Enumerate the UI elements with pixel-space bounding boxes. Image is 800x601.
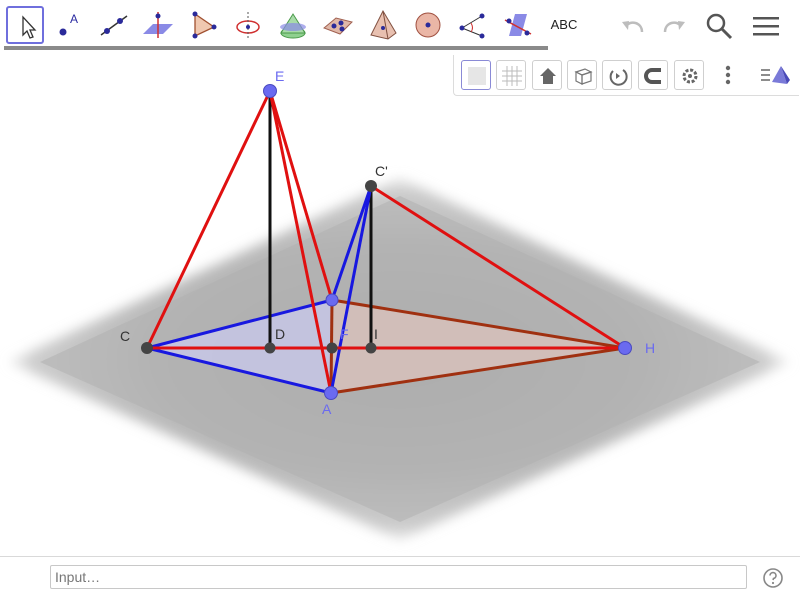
point-tool-label: A: [70, 12, 79, 26]
label-c: C: [120, 328, 131, 344]
standard-view-button[interactable]: [532, 60, 562, 90]
line-tool-button[interactable]: [95, 6, 133, 44]
grid-icon: [502, 66, 522, 86]
point-a[interactable]: [324, 386, 338, 400]
search-button[interactable]: [701, 8, 737, 44]
point-d[interactable]: [264, 342, 276, 354]
reflect-tool-button[interactable]: [499, 6, 537, 44]
point-f-foot[interactable]: [326, 342, 338, 354]
settings-button[interactable]: [674, 60, 704, 90]
angle-tool-button[interactable]: [454, 6, 492, 44]
view-menu-button[interactable]: [757, 60, 793, 90]
line-icon: [100, 15, 128, 36]
view-direction-button[interactable]: [567, 60, 597, 90]
magnet-icon: [644, 68, 661, 84]
cone-icon: [280, 13, 306, 39]
gear-icon: [682, 68, 698, 84]
label-a: A: [322, 401, 332, 417]
sphere-tool-button[interactable]: [409, 6, 447, 44]
main-menu-button[interactable]: [748, 8, 784, 44]
perpendicular-tool-button[interactable]: [139, 6, 177, 44]
point-tool-button[interactable]: A: [50, 6, 88, 44]
label-d: D: [275, 326, 286, 342]
point-capturing-button[interactable]: [638, 60, 668, 90]
plane-tool-button[interactable]: [319, 6, 357, 44]
pyramid-icon: [370, 9, 397, 40]
circle-axis-icon: [236, 12, 260, 40]
point-h[interactable]: [618, 341, 632, 355]
input-help-button[interactable]: [762, 567, 784, 589]
point-i[interactable]: [365, 342, 377, 354]
help-question-icon: [763, 568, 783, 588]
label-c-prime: C': [375, 163, 388, 179]
label-h: H: [645, 340, 656, 356]
cube-view-icon: [574, 68, 593, 85]
angle-icon: [459, 13, 485, 39]
rotate-view-icon: [609, 69, 628, 86]
main-toolbar: A ABC: [0, 0, 800, 50]
vertical-dots-icon: [725, 65, 731, 85]
intersect-tool-button[interactable]: [274, 6, 312, 44]
input-bar: [0, 556, 800, 601]
redo-icon: [663, 21, 685, 33]
label-e: E: [275, 68, 285, 84]
undo-button[interactable]: [616, 8, 652, 44]
point-e[interactable]: [263, 84, 277, 98]
toggle-grid-button[interactable]: [496, 60, 526, 90]
circle-tool-button[interactable]: [229, 6, 267, 44]
search-icon: [706, 13, 733, 40]
label-i: I: [374, 326, 378, 342]
point-c[interactable]: [141, 342, 153, 354]
home-icon: [540, 68, 556, 84]
sphere-icon: [415, 12, 441, 38]
cursor-arrow-icon: [22, 15, 37, 39]
text-tool-button[interactable]: ABC: [545, 6, 583, 44]
plane-toggle-icon: [468, 67, 486, 85]
toggle-plane-button[interactable]: [461, 60, 491, 90]
rotate-view-button[interactable]: [602, 60, 632, 90]
move-tool-button[interactable]: [6, 6, 44, 44]
triangle-icon: [192, 11, 217, 39]
pyramid-tool-button[interactable]: [364, 6, 402, 44]
point-c-prime[interactable]: [365, 180, 377, 192]
toolbar-scroll-indicator: [4, 46, 548, 50]
polygon-tool-button[interactable]: [184, 6, 222, 44]
graphics-style-bar: [453, 55, 799, 96]
text-icon: ABC: [550, 17, 578, 32]
point-icon: [59, 28, 67, 36]
label-f: F: [340, 326, 349, 342]
undo-icon: [622, 21, 644, 33]
more-options-button[interactable]: [718, 60, 738, 90]
algebra-input-field[interactable]: [50, 565, 747, 589]
reflect-plane-icon: [504, 14, 532, 36]
point-f[interactable]: [325, 293, 339, 307]
view-pyramid-icon: [761, 66, 790, 84]
redo-button[interactable]: [655, 8, 691, 44]
hamburger-menu-icon: [753, 17, 779, 36]
plane-points-icon: [323, 17, 353, 35]
perpendicular-plane-icon: [143, 12, 173, 38]
